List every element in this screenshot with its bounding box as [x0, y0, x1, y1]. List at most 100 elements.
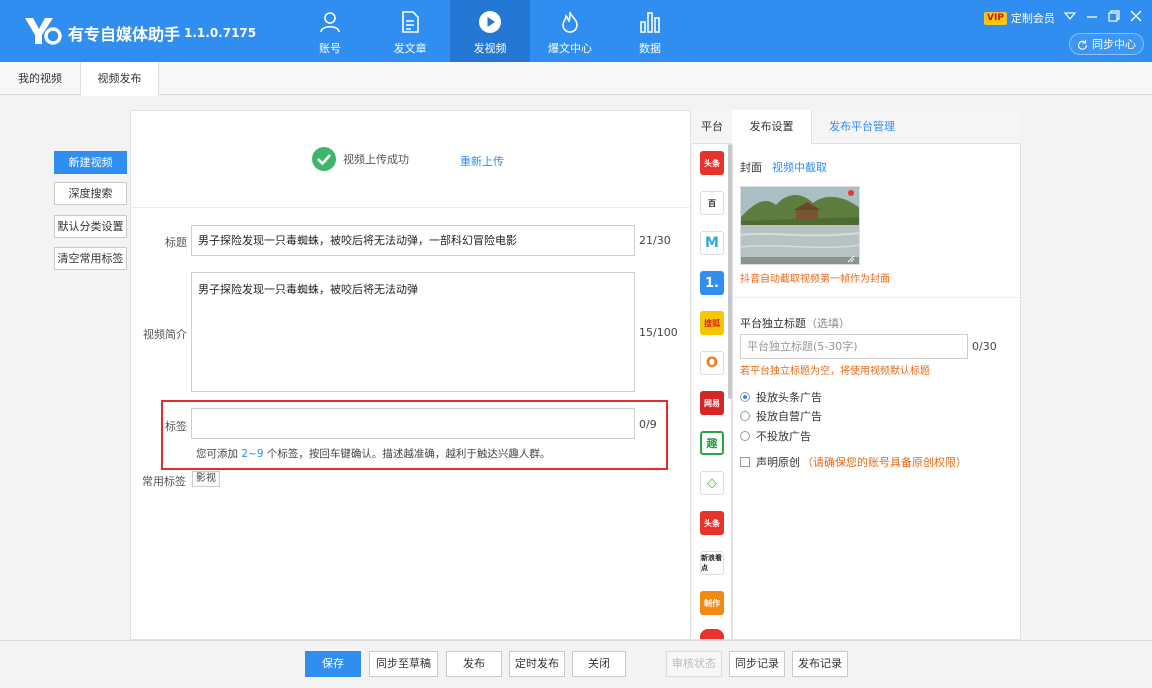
platform-name: 趣	[706, 437, 718, 450]
app-title: 有专自媒体助手	[68, 25, 181, 44]
platform-toutiao-icon[interactable]: 头条	[700, 151, 724, 175]
ad-option-label: 不投放广告	[756, 430, 811, 443]
tag-hint: 您可添加 2~9 个标签，按回车键确认。描述越准确，越利于触达兴趣人群。	[196, 446, 550, 461]
platform-yidian-icon[interactable]: 1.	[700, 271, 724, 295]
nav-label: 数据	[639, 42, 661, 55]
save-button[interactable]: 保存	[305, 651, 361, 677]
vip-area[interactable]: VIP 定制会员	[984, 10, 1055, 26]
platform-diamond-icon[interactable]: ◇	[700, 471, 724, 495]
nav-post-article[interactable]: 发文章	[370, 0, 450, 62]
vip-badge: VIP	[984, 11, 1007, 25]
publish-button[interactable]: 发布	[446, 651, 502, 677]
dropdown-icon[interactable]	[1063, 9, 1077, 23]
play-icon	[479, 11, 501, 33]
tab-my-videos[interactable]: 我的视频	[0, 62, 81, 95]
clear-common-tags-button[interactable]: 清空常用标签	[54, 247, 127, 270]
nav-label: 账号	[319, 42, 341, 55]
cover-label: 封面	[740, 161, 762, 174]
ad-option-toutiao[interactable]: 投放头条广告	[740, 389, 822, 405]
tab-bar: 我的视频 视频发布	[0, 62, 1152, 96]
platform-zhizuo-icon[interactable]: 制作	[700, 591, 724, 615]
sync-draft-button[interactable]: 同步至草稿	[369, 651, 438, 677]
desc-label: 视频简介	[143, 328, 187, 341]
platform-title-input[interactable]: 平台独立标题(5-30字)	[740, 334, 968, 359]
platform-sina-icon[interactable]: 新浪看点	[700, 551, 724, 575]
original-declaration[interactable]: 声明原创 （请确保您的账号具备原创权限）	[740, 454, 967, 470]
cover-thumbnail[interactable]	[740, 186, 860, 265]
top-bar: 有专自媒体助手 1.1.0.7175 账号 发文章 发视频 爆文中心 数据 VI…	[0, 0, 1152, 62]
platform-name: 头条	[704, 518, 720, 528]
sync-center-button[interactable]: 同步中心	[1069, 33, 1144, 55]
default-category-button[interactable]: 默认分类设置	[54, 215, 127, 238]
nav-label: 爆文中心	[548, 42, 592, 55]
ad-option-none[interactable]: 不投放广告	[740, 428, 811, 444]
radio-unchecked[interactable]	[740, 431, 750, 441]
desc-textarea[interactable]: 男子探险发现一只毒蜘蛛，被咬后将无法动弹	[191, 272, 635, 392]
close-button[interactable]: 关闭	[572, 651, 626, 677]
tag-hint-post: 个标签，按回车键确认。描述越准确，越利于触达兴趣人群。	[263, 448, 551, 460]
publish-log-button[interactable]: 发布记录	[792, 651, 848, 677]
platform-qie-icon[interactable]: O	[700, 351, 724, 375]
platform-partial-icon[interactable]	[700, 629, 724, 639]
review-status-button[interactable]: 审核状态	[666, 651, 722, 677]
platform-name: 网易	[704, 398, 720, 408]
platform-name: ◇	[707, 475, 717, 491]
minimize-icon[interactable]	[1085, 9, 1099, 23]
platform-name: 百	[708, 198, 716, 208]
common-tags-label: 常用标签	[142, 475, 186, 488]
refresh-icon	[1078, 39, 1087, 50]
platform-header: 平台	[692, 110, 732, 144]
original-checkbox[interactable]	[740, 457, 750, 467]
platform-qutoutiao-icon[interactable]: 趣	[700, 431, 724, 455]
close-icon[interactable]	[1129, 9, 1143, 23]
restore-icon[interactable]	[1107, 9, 1121, 23]
success-check-icon	[312, 147, 336, 171]
app-version: 1.1.0.7175	[184, 26, 257, 40]
tag-hint-pre: 您可添加	[196, 448, 242, 460]
reupload-link[interactable]: 重新上传	[460, 153, 504, 169]
nav-data[interactable]: 数据	[610, 0, 690, 62]
tag-input[interactable]	[191, 408, 635, 439]
fire-icon	[562, 11, 578, 33]
ad-option-self[interactable]: 投放自营广告	[740, 408, 822, 424]
nav-post-video[interactable]: 发视频	[450, 0, 530, 62]
tab-publish-settings[interactable]: 发布设置	[732, 110, 812, 145]
upload-status: 视频上传成功	[311, 146, 409, 172]
tag-hint-range: 2~9	[241, 448, 264, 460]
platform-netease-icon[interactable]: 网易	[700, 391, 724, 415]
tab-video-publish[interactable]: 视频发布	[81, 62, 159, 96]
title-input[interactable]: 男子探险发现一只毒蜘蛛，被咬后将无法动弹，一部科幻冒险电影	[191, 225, 635, 256]
platform-sohu-icon[interactable]: 搜狐	[700, 311, 724, 335]
platform-title-count: 0/30	[972, 340, 997, 353]
sync-log-button[interactable]: 同步记录	[729, 651, 785, 677]
radio-unchecked[interactable]	[740, 411, 750, 421]
ad-option-label: 投放头条广告	[756, 391, 822, 404]
radio-checked[interactable]	[740, 392, 750, 402]
bar-chart-icon	[640, 12, 660, 33]
schedule-publish-button[interactable]: 定时发布	[509, 651, 565, 677]
platform-baijia-icon[interactable]: 百	[700, 191, 724, 215]
platform-title-label: 平台独立标题（选填）	[740, 315, 850, 331]
platform-toutiao2-icon[interactable]: 头条	[700, 511, 724, 535]
platform-title-optional: （选填）	[806, 317, 850, 330]
document-icon	[402, 11, 419, 33]
new-video-button[interactable]: 新建视频	[54, 151, 127, 174]
platform-name: 制作	[704, 598, 720, 608]
upload-status-text: 视频上传成功	[343, 153, 409, 166]
nav-account[interactable]: 账号	[290, 0, 370, 62]
common-tag-chip[interactable]: 影视	[192, 471, 220, 487]
original-warning: （请确保您的账号具备原创权限）	[802, 456, 967, 469]
app-logo-icon	[25, 18, 62, 45]
platform-m-icon[interactable]: M	[700, 231, 724, 255]
tag-label: 标签	[165, 420, 187, 433]
deep-search-button[interactable]: 深度搜索	[54, 182, 127, 205]
cover-from-video-link[interactable]: 视频中截取	[772, 159, 827, 175]
tab-platform-manage[interactable]: 发布平台管理	[812, 110, 912, 144]
platform-name: 搜狐	[704, 318, 720, 328]
cover-image	[741, 187, 859, 264]
title-count: 21/30	[639, 234, 671, 247]
original-label: 声明原创	[756, 456, 800, 469]
desc-count: 15/100	[639, 326, 678, 339]
platform-name: 新浪看点	[701, 554, 722, 572]
nav-hot-articles[interactable]: 爆文中心	[530, 0, 610, 62]
